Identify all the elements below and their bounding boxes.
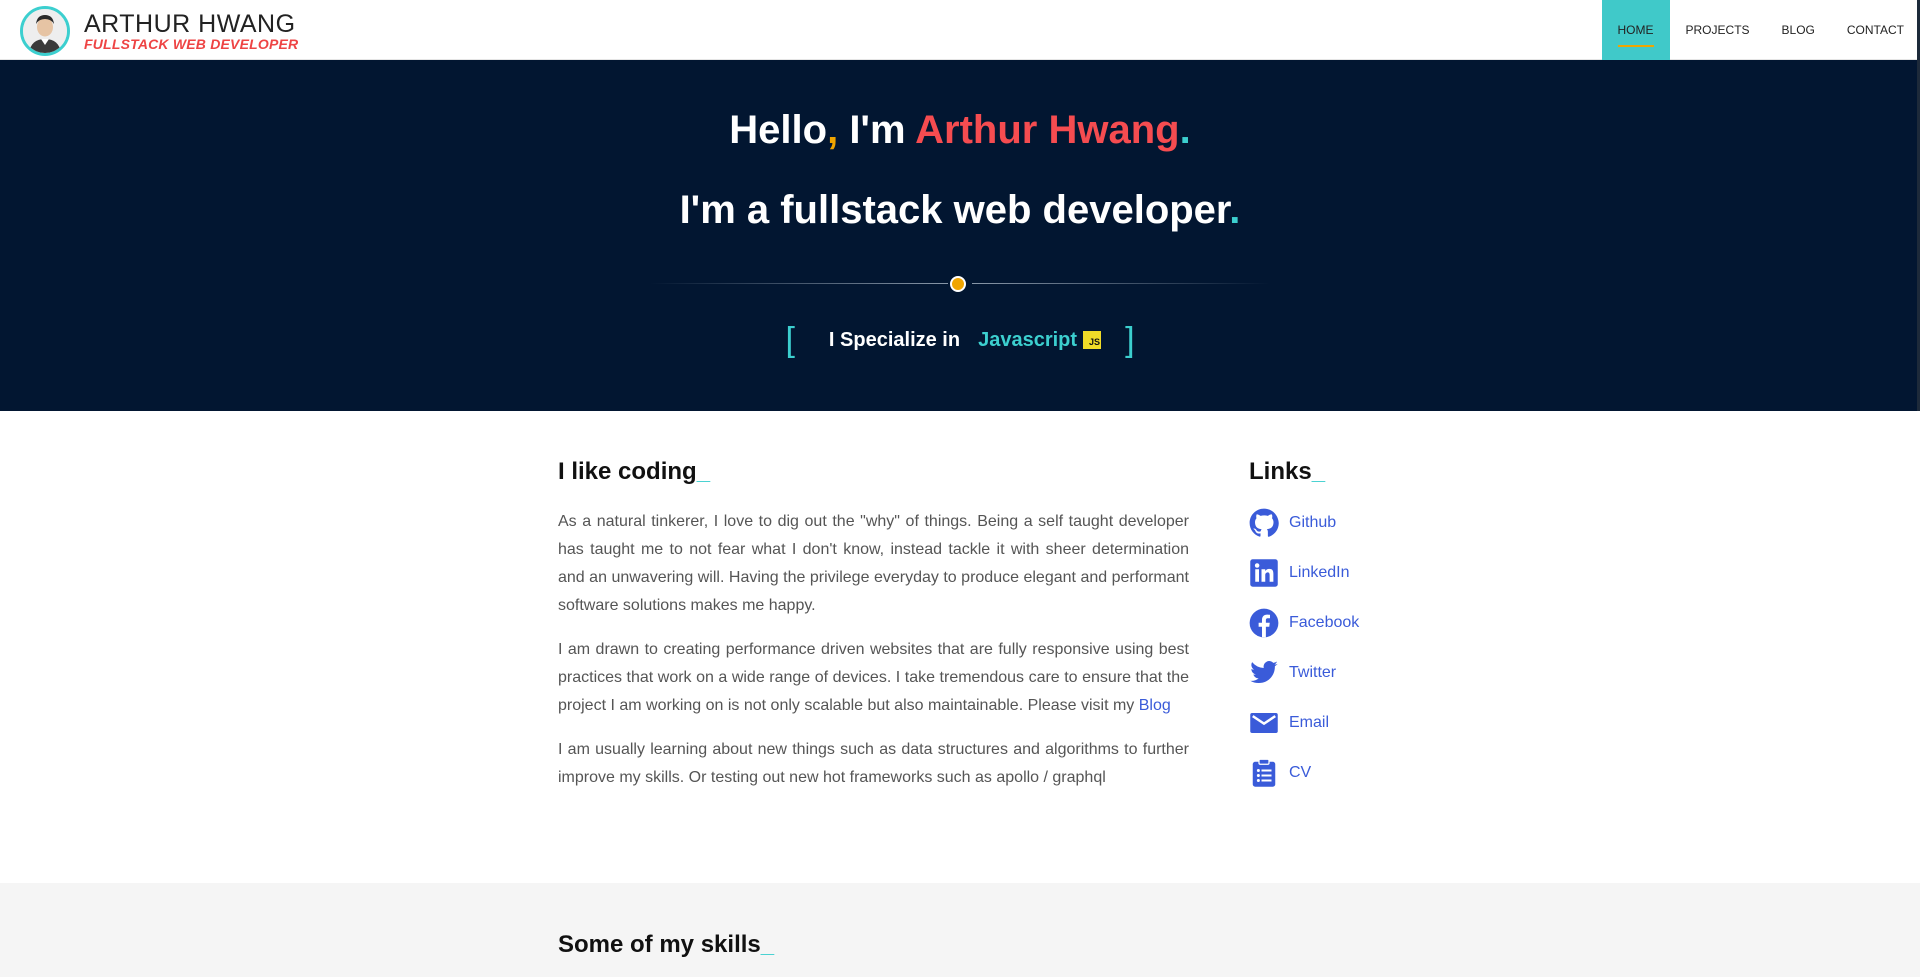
divider-dot (950, 276, 966, 292)
link-email-label: Email (1289, 714, 1330, 731)
link-github-label: Github (1289, 514, 1337, 531)
about-paragraph-3: I am usually learning about new things s… (558, 741, 1189, 786)
bracket-open: [ (785, 321, 795, 359)
twitter-icon (1250, 661, 1278, 684)
hero-subtitle-period: . (1229, 188, 1241, 232)
nav-projects[interactable]: PROJECTS (1670, 0, 1766, 60)
hero-im: I'm (838, 108, 916, 152)
site-role: FULLSTACK WEB DEVELOPER (84, 36, 299, 52)
brand[interactable]: ARTHUR HWANG FULLSTACK WEB DEVELOPER (20, 6, 298, 56)
link-twitter-label: Twitter (1289, 664, 1337, 681)
nav-contact[interactable]: CONTACT (1831, 0, 1920, 60)
about-paragraph-2: I am drawn to creating performance drive… (558, 641, 1189, 714)
link-cv[interactable]: CV (1249, 758, 1359, 788)
hero-period: . (1179, 108, 1191, 152)
about-section: I like coding_ As a natural tinkerer, I … (0, 411, 1920, 883)
about-paragraph-1: As a natural tinkerer, I love to dig out… (558, 513, 1189, 614)
hero-greeting: Hello, I'm Arthur Hwang. (0, 108, 1920, 153)
hero-subtitle: I'm a fullstack web developer. (0, 188, 1920, 233)
site-header: ARTHUR HWANG FULLSTACK WEB DEVELOPER HOM… (0, 0, 1920, 60)
specialize-line: [ I Specialize in Javascript JS ] (0, 321, 1920, 359)
link-linkedin[interactable]: LinkedIn (1249, 558, 1359, 588)
github-icon (1249, 508, 1279, 537)
specialize-value: Javascript (978, 328, 1078, 351)
about-column: I like coding_ As a natural tinkerer, I … (558, 458, 1189, 792)
hero-subtitle-text: I'm a fullstack web developer (679, 188, 1230, 232)
blog-link[interactable]: Blog (1139, 697, 1171, 714)
link-linkedin-label: LinkedIn (1289, 564, 1350, 581)
skills-heading: Some of my skills_ (558, 931, 775, 958)
linkedin-icon (1250, 559, 1278, 587)
avatar (20, 6, 70, 56)
skills-section: Some of my skills_ (0, 883, 1920, 977)
hero-name: Arthur Hwang (915, 108, 1180, 152)
link-facebook-label: Facebook (1289, 614, 1360, 631)
hero-divider (650, 276, 1270, 292)
facebook-icon (1249, 608, 1279, 638)
link-github[interactable]: Github (1249, 508, 1359, 538)
bracket-close: ] (1125, 321, 1135, 359)
hero-section: Hello, I'm Arthur Hwang. I'm a fullstack… (0, 60, 1920, 411)
link-email[interactable]: Email (1249, 708, 1359, 738)
clipboard-icon (1252, 758, 1276, 787)
main-nav: HOME PROJECTS BLOG CONTACT (1601, 0, 1920, 60)
js-logo-icon: JS (1083, 331, 1102, 349)
nav-blog[interactable]: BLOG (1766, 0, 1831, 60)
specialize-label: I Specialize in (828, 328, 961, 351)
links-column: Links_ Github LinkedIn Facebook Twitter … (1249, 458, 1359, 788)
link-facebook[interactable]: Facebook (1249, 608, 1359, 638)
links-heading: Links_ (1249, 458, 1326, 485)
link-cv-label: CV (1289, 764, 1312, 781)
site-name: ARTHUR HWANG (84, 10, 296, 38)
nav-home[interactable]: HOME (1601, 0, 1670, 60)
hero-hello: Hello (729, 108, 828, 152)
about-heading: I like coding_ (558, 458, 711, 485)
hero-comma: , (827, 108, 839, 152)
link-twitter[interactable]: Twitter (1249, 658, 1359, 688)
email-icon (1250, 713, 1278, 733)
